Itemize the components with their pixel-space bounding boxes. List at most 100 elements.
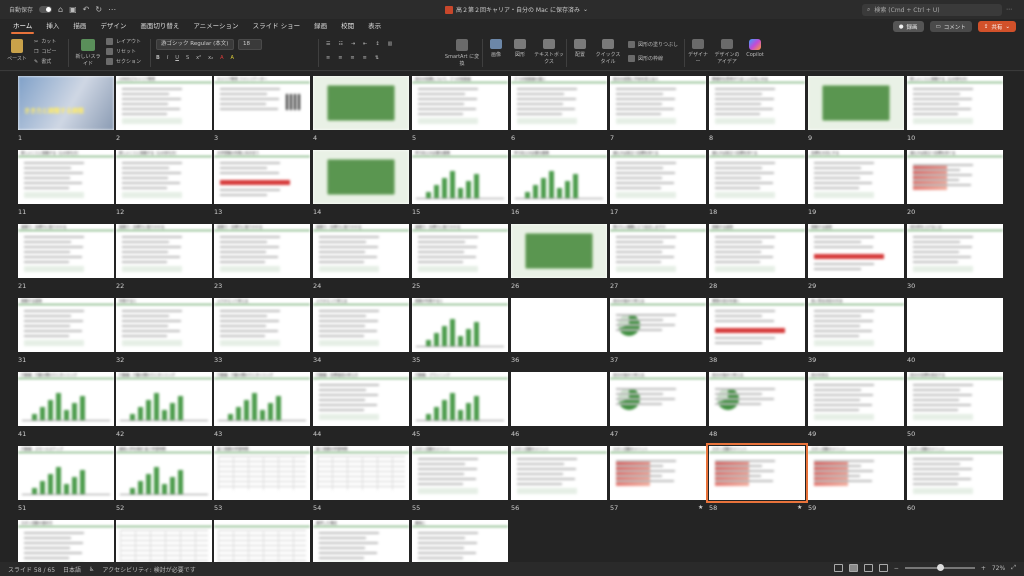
smartart-button[interactable]: SmartArt に変換 <box>444 39 480 67</box>
paste-button[interactable]: ペースト <box>6 39 28 62</box>
slide-thumbnail[interactable]: 行動編：行動の関わりとタイミング <box>18 372 114 426</box>
cut-button[interactable]: ✂ カット <box>34 38 56 46</box>
share-button[interactable]: ⇪ 共有 ⌄ <box>977 21 1016 32</box>
slide-thumbnail[interactable]: ふりかえって考える <box>313 298 409 352</box>
slide-thumbnail[interactable] <box>313 76 409 130</box>
tab-0[interactable]: ホーム <box>6 19 39 35</box>
italic-icon[interactable]: I <box>167 55 168 61</box>
slide-thumbnail[interactable]: 挑戦する姿勢 <box>709 224 805 278</box>
columns-icon[interactable]: ▥ <box>388 41 393 47</box>
copy-button[interactable]: ❐ コピー <box>34 48 57 56</box>
quick-style-button[interactable]: クイックスタイル <box>594 39 622 65</box>
slide-thumbnail[interactable]: 積極的な思考がうまくいかないのは <box>709 76 805 130</box>
slide-thumbnail[interactable]: 行動編：プランニング <box>412 372 508 426</box>
slide-thumbnail[interactable]: 挑戦する姿勢 <box>18 298 114 352</box>
slide-thumbnail[interactable]: 自分の成長に不安を変える人 <box>610 76 706 130</box>
outdent-icon[interactable]: ⇤ <box>363 41 367 47</box>
slide-thumbnail[interactable]: 受けたい講義にどう反応しますか <box>610 224 706 278</box>
slide-thumbnail[interactable]: 挑戦が失敗すると <box>412 298 508 352</box>
slide-thumbnail[interactable]: 継続入学を検討 高２学習時間 <box>116 446 212 500</box>
format-painter-button[interactable]: ✎ 書式 <box>34 58 51 66</box>
strikethrough-icon[interactable]: S <box>186 55 189 61</box>
redo-icon[interactable]: ↻ <box>95 5 102 14</box>
slide-thumbnail[interactable]: 目標を大切にする <box>808 150 904 204</box>
document-title[interactable]: 高２第２回キャリア・自分の Mac に保存済み ⌄ <box>445 0 588 19</box>
zoom-slider[interactable] <box>904 564 975 571</box>
tab-8[interactable]: 校閲 <box>334 19 361 35</box>
slide-thumbnail[interactable] <box>808 76 904 130</box>
slideshow-view-icon[interactable] <box>878 564 888 572</box>
tab-7[interactable]: 録画 <box>307 19 334 35</box>
search-box[interactable]: ⌕ 検索 (Cmd + Ctrl + U) <box>862 3 1002 16</box>
shape-fill-button[interactable]: 図形の塗りつぶし <box>628 41 678 48</box>
slide-thumbnail[interactable]: 行動編：行動の関わりとタイミング <box>214 372 310 426</box>
bullet-list-icon[interactable]: ☰ <box>326 41 330 47</box>
normal-view-icon[interactable] <box>833 564 843 572</box>
record-button[interactable]: ● 録画 <box>892 21 924 32</box>
align-left-icon[interactable]: ≡ <box>326 55 330 61</box>
language[interactable]: 日本語 <box>63 565 81 574</box>
slide-thumbnail[interactable]: 行動編：行動の関わりとタイミング <box>116 372 212 426</box>
slide-thumbnail[interactable]: 良い意志決定の方法 <box>808 298 904 352</box>
slide-thumbnail[interactable] <box>511 372 607 426</box>
slide-thumbnail[interactable] <box>511 298 607 352</box>
slide-thumbnail[interactable]: 自分の知識について、２つの知能論 <box>412 76 508 130</box>
bold-icon[interactable]: B <box>156 55 160 61</box>
more-icon[interactable]: ⋯ <box>108 5 116 14</box>
slide-thumbnail[interactable]: 学力向上の必要な要素 <box>511 150 607 204</box>
slide-thumbnail[interactable] <box>907 298 1003 352</box>
layout-button[interactable]: レイアウト <box>106 38 141 45</box>
reset-button[interactable]: リセット <box>106 48 136 55</box>
slide-thumbnail[interactable]: 行動編：目標達成の考え方 <box>313 372 409 426</box>
slide-thumbnail[interactable]: 新しいことに挑戦する（心の持ち方） <box>18 150 114 204</box>
transition-star-icon[interactable]: ★ <box>698 504 703 511</box>
superscript-icon[interactable]: x² <box>196 55 201 61</box>
textbox-button[interactable]: テキストボックス <box>534 39 564 65</box>
underline-icon[interactable]: U <box>175 55 179 61</box>
shape-outline-button[interactable]: 図形の枠線 <box>628 55 663 62</box>
fit-window-icon[interactable]: ⤢ <box>1011 564 1016 572</box>
slide-thumbnail[interactable]: 重要力・目標力に取りかかる <box>412 224 508 278</box>
slide-thumbnail[interactable]: 学力向上の必要な要素 <box>412 150 508 204</box>
slide-thumbnail[interactable]: 成功率を上げるには <box>907 224 1003 278</box>
numbered-list-icon[interactable]: ☷ <box>338 41 342 47</box>
tab-2[interactable]: 描画 <box>66 19 93 35</box>
align-center-icon[interactable]: ≡ <box>338 55 342 61</box>
tab-4[interactable]: 画面切り替え <box>133 19 186 35</box>
slide-thumbnail[interactable]: スポン活動のメリット <box>412 446 508 500</box>
slide-thumbnail[interactable]: スポン活動のメリット <box>907 446 1003 500</box>
slide-thumbnail[interactable] <box>511 224 607 278</box>
arrange-button[interactable]: 配置 <box>570 39 590 58</box>
slide-thumbnail[interactable]: 理想の自分を描く <box>709 298 805 352</box>
slide-thumbnail[interactable]: スポン活動のメリット <box>511 446 607 500</box>
slide-thumbnail[interactable]: 重要力・目標力に取りかかる <box>116 224 212 278</box>
align-right-icon[interactable]: ≡ <box>350 55 354 61</box>
slide-thumbnail[interactable]: ２つの知能論の違い <box>511 76 607 130</box>
slide-sorter-view-icon[interactable] <box>848 564 858 572</box>
tab-6[interactable]: スライド ショー <box>246 19 308 35</box>
settings-icon[interactable]: ⋯ <box>1006 6 1012 13</box>
slide-thumbnail[interactable]: 自分の強みで考える <box>610 372 706 426</box>
new-slide-button[interactable]: 新しいスライド <box>74 39 102 67</box>
undo-icon[interactable]: ↶ <box>83 5 90 14</box>
zoom-in-icon[interactable]: + <box>981 565 986 572</box>
transition-star-icon[interactable]: ★ <box>797 504 802 511</box>
slide-thumbnail[interactable]: 進むかは役立つ目標を持てる <box>709 150 805 204</box>
slide-thumbnail[interactable]: きき力と調整する調整 <box>18 76 114 130</box>
justify-icon[interactable]: ≡ <box>363 55 367 61</box>
design-ideas-button[interactable]: デザインのアイデア <box>712 39 742 65</box>
designer-button[interactable]: デザイナー <box>688 39 708 65</box>
slide-thumbnail[interactable]: 自分の強みで考える <box>610 298 706 352</box>
slide-thumbnail[interactable]: 高１実績の学習時間 <box>214 446 310 500</box>
slide-thumbnail[interactable] <box>313 150 409 204</box>
line-spacing-icon[interactable]: ↕ <box>375 41 379 47</box>
slide-thumbnail[interactable]: 高１実績の学習時間 <box>313 446 409 500</box>
zoom-level[interactable]: 72% <box>992 565 1005 572</box>
slide-thumbnail[interactable]: 重要力・目標力に取りかかる <box>214 224 310 278</box>
slide-thumbnail[interactable]: スポン活動のメリット <box>706 443 808 503</box>
slide-thumbnail[interactable]: 進むかは役立つ目標を持てる <box>907 150 1003 204</box>
tab-1[interactable]: 挿入 <box>39 19 66 35</box>
font-color-icon[interactable]: A <box>220 55 223 61</box>
slide-thumbnail[interactable]: 重要力・目標力に取りかかる <box>313 224 409 278</box>
slide-thumbnail[interactable]: 進むかは役立つ目標を持てる <box>610 150 706 204</box>
